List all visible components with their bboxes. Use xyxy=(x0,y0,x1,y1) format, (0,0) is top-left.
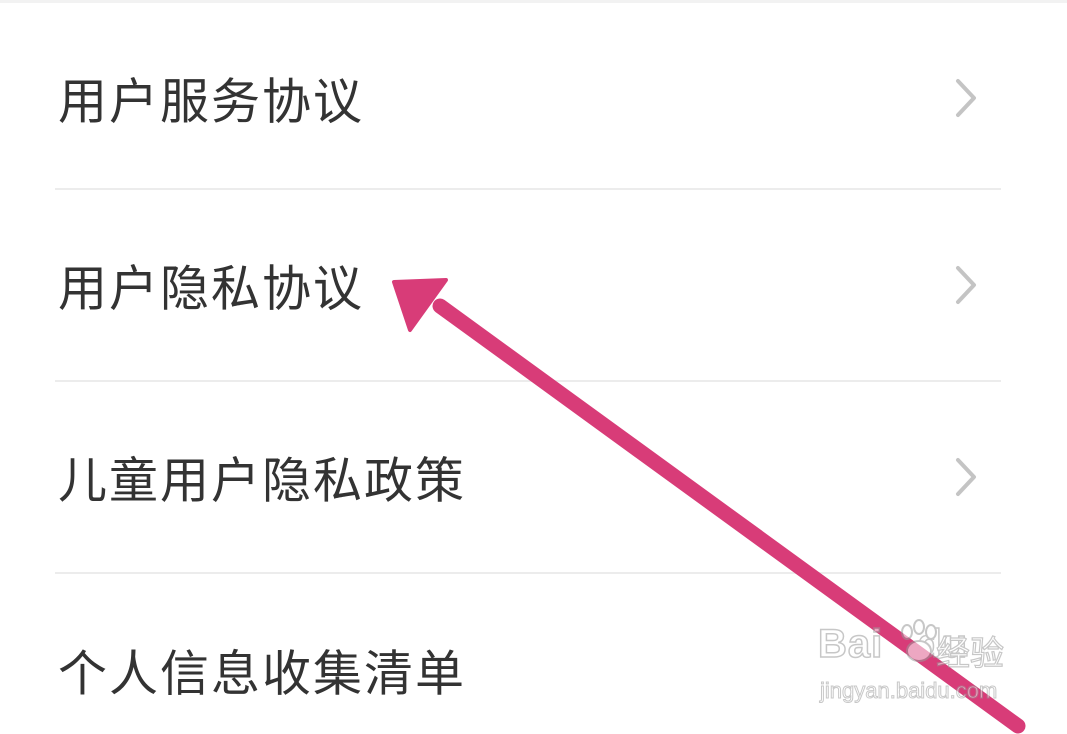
list-item-label: 用户隐私协议 xyxy=(58,260,365,318)
list-item-user-privacy-agreement[interactable]: 用户隐私协议 xyxy=(0,190,1067,380)
list-item-label: 儿童用户隐私政策 xyxy=(58,452,467,510)
watermark-product: 经验 xyxy=(935,633,1004,674)
watermark-url: jingyan.baidu.com xyxy=(819,678,998,704)
chevron-right-icon xyxy=(956,458,976,496)
list-item-label: 个人信息收集清单 xyxy=(58,645,467,703)
baidu-jingyan-watermark: Bai du 经验 jingyan.baidu.com xyxy=(817,619,1018,718)
list-item-label: 用户服务协议 xyxy=(58,73,365,131)
list-item-user-service-agreement[interactable]: 用户服务协议 xyxy=(0,3,1067,193)
chevron-right-icon xyxy=(956,266,976,304)
list-item-children-privacy-policy[interactable]: 儿童用户隐私政策 xyxy=(0,382,1067,572)
chevron-right-icon xyxy=(956,79,976,117)
